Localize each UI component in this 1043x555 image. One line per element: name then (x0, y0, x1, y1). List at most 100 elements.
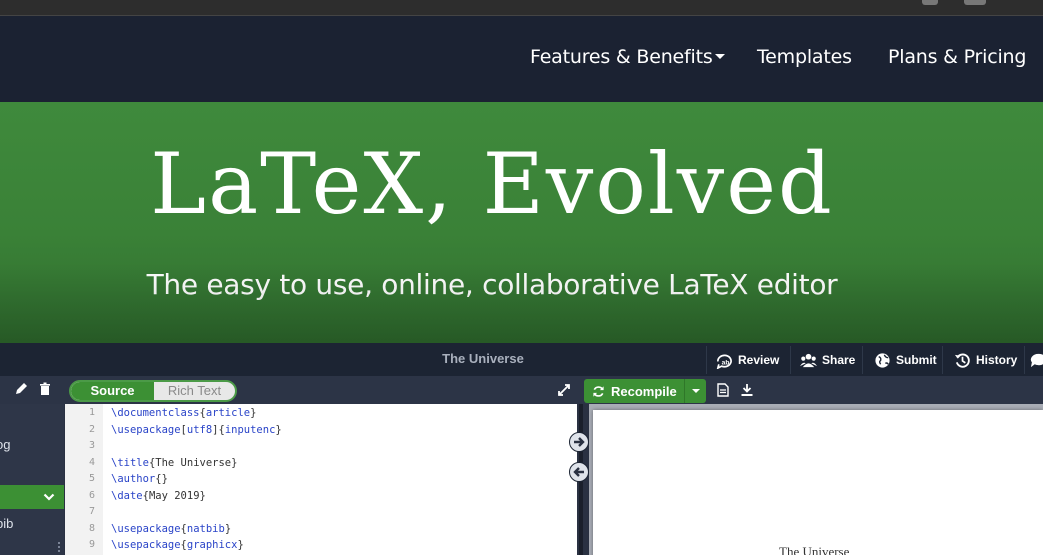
history-button[interactable]: History (946, 346, 1025, 374)
sync-to-code-button[interactable] (569, 462, 589, 482)
code-token: } (275, 423, 282, 436)
code-text: \usepackage{natbib} (111, 521, 231, 538)
expand-icon[interactable] (556, 382, 572, 398)
recompile-dropdown[interactable] (684, 379, 706, 403)
nav-features-benefits[interactable]: Features & Benefits (530, 46, 725, 68)
file-tree-tools (14, 382, 52, 396)
document-icon[interactable] (716, 383, 730, 397)
recompile-button[interactable]: Recompile (584, 379, 706, 403)
editor-mode-toggle[interactable]: Source Rich Text (69, 380, 237, 402)
code-text: \usepackage{graphicx} (111, 537, 244, 554)
pdf-tools (716, 383, 754, 397)
code-token: } (161, 473, 168, 485)
code-token: May 2019 (148, 489, 200, 502)
line-number: 7 (88, 506, 95, 517)
editor-preview: The Universe ab Review Share Submit Hist… (0, 343, 1043, 555)
toolbar-divider (706, 346, 707, 374)
download-icon[interactable] (740, 383, 754, 397)
latex-argument: {article} (200, 407, 257, 419)
pdf-document-title: The Universe (779, 544, 850, 555)
globe-icon (875, 352, 890, 368)
refresh-icon (593, 385, 604, 397)
latex-command: \documentclass (111, 407, 200, 419)
caret-down-icon (714, 53, 725, 59)
share-button[interactable]: Share (792, 346, 863, 374)
arrow-left-icon (573, 467, 584, 477)
pdf-page: The Universe (593, 410, 1043, 555)
line-number: 5 (88, 473, 95, 484)
pdf-preview[interactable]: The Universe (589, 404, 1043, 555)
code-token: graphicx (186, 539, 238, 551)
trash-icon[interactable] (38, 382, 52, 396)
latex-argument: {May 2019} (143, 490, 206, 502)
line-number: 8 (88, 522, 95, 534)
code-token: natbib (186, 522, 225, 535)
code-token: } (224, 522, 232, 535)
latex-command: \usepackage (111, 539, 181, 551)
code-token: } (250, 407, 257, 419)
caret-down-icon (691, 389, 700, 393)
line-number: 6 (88, 489, 95, 501)
review-icon: ab (716, 354, 732, 369)
code-token: article (205, 407, 251, 419)
pencil-icon[interactable] (14, 382, 28, 396)
line-number: 3 (88, 440, 95, 451)
hero-banner: LaTeX, Evolved The easy to use, online, … (0, 102, 1043, 343)
nav-templates[interactable]: Templates (757, 46, 852, 68)
nav-plans-pricing[interactable]: Plans & Pricing (888, 46, 1026, 68)
sync-to-pdf-button[interactable] (569, 432, 589, 452)
chevron-down-icon (43, 493, 55, 501)
submit-label: Submit (896, 353, 937, 367)
file-tree-item[interactable]: bib (0, 512, 64, 536)
comments-button[interactable] (1026, 346, 1043, 374)
toolbar-divider (1024, 346, 1025, 374)
code-text: \title{The Universe} (111, 455, 237, 472)
code-text: \date{May 2019} (111, 488, 206, 505)
window-control[interactable] (964, 0, 986, 5)
code-text: \documentclass{article} (111, 405, 256, 422)
latex-command: \author (111, 473, 156, 485)
latex-argument: {graphicx} (181, 539, 244, 551)
source-mode-option[interactable]: Source (71, 382, 154, 400)
code-token: utf8 (186, 423, 213, 436)
project-title: The Universe (442, 351, 524, 366)
svg-text:ab: ab (722, 359, 730, 366)
latex-command: \usepackage (111, 522, 181, 535)
review-button[interactable]: ab Review (708, 346, 787, 374)
recompile-main[interactable]: Recompile (584, 384, 684, 399)
rich-text-mode-option[interactable]: Rich Text (154, 382, 235, 400)
code-text: \usepackage[utf8]{inputenc} (111, 422, 282, 439)
file-tree-item[interactable]: og (0, 433, 64, 457)
latex-argument: {natbib} (181, 523, 232, 535)
history-label: History (976, 353, 1018, 367)
share-label: Share (822, 353, 856, 367)
latex-command: \title (111, 456, 149, 469)
window-control[interactable] (922, 0, 938, 5)
nav-features-label: Features & Benefits (530, 46, 713, 68)
file-tree: og bib (0, 404, 64, 555)
file-tree-item-active[interactable] (0, 485, 64, 509)
hero-title: LaTeX, Evolved (150, 135, 834, 233)
code-token: } (231, 456, 238, 469)
review-label: Review (738, 353, 780, 367)
toolbar-divider (790, 346, 791, 374)
history-icon (954, 353, 970, 368)
line-number: 4 (88, 456, 95, 468)
comment-icon (1030, 353, 1043, 367)
resize-grip[interactable] (58, 542, 62, 552)
toolbar-divider (862, 346, 863, 374)
code-editor[interactable]: 1 \documentclass{article} 2 \usepackage[utf… (65, 404, 577, 555)
latex-command: \date (111, 489, 143, 502)
latex-argument: {The Universe} (149, 457, 238, 469)
code-text: \author{} (111, 471, 168, 488)
latex-argument: [utf8]{inputenc} (181, 424, 282, 436)
code-token: The Universe (155, 456, 232, 469)
code-token: } (237, 539, 244, 551)
latex-command: \usepackage (111, 423, 181, 436)
recompile-label: Recompile (611, 383, 677, 399)
share-icon (800, 353, 817, 367)
submit-button[interactable]: Submit (866, 346, 945, 374)
line-number: 2 (88, 423, 95, 435)
editor-subtoolbar: Source Rich Text Recompile (0, 376, 1043, 404)
toolbar-divider (942, 346, 943, 374)
